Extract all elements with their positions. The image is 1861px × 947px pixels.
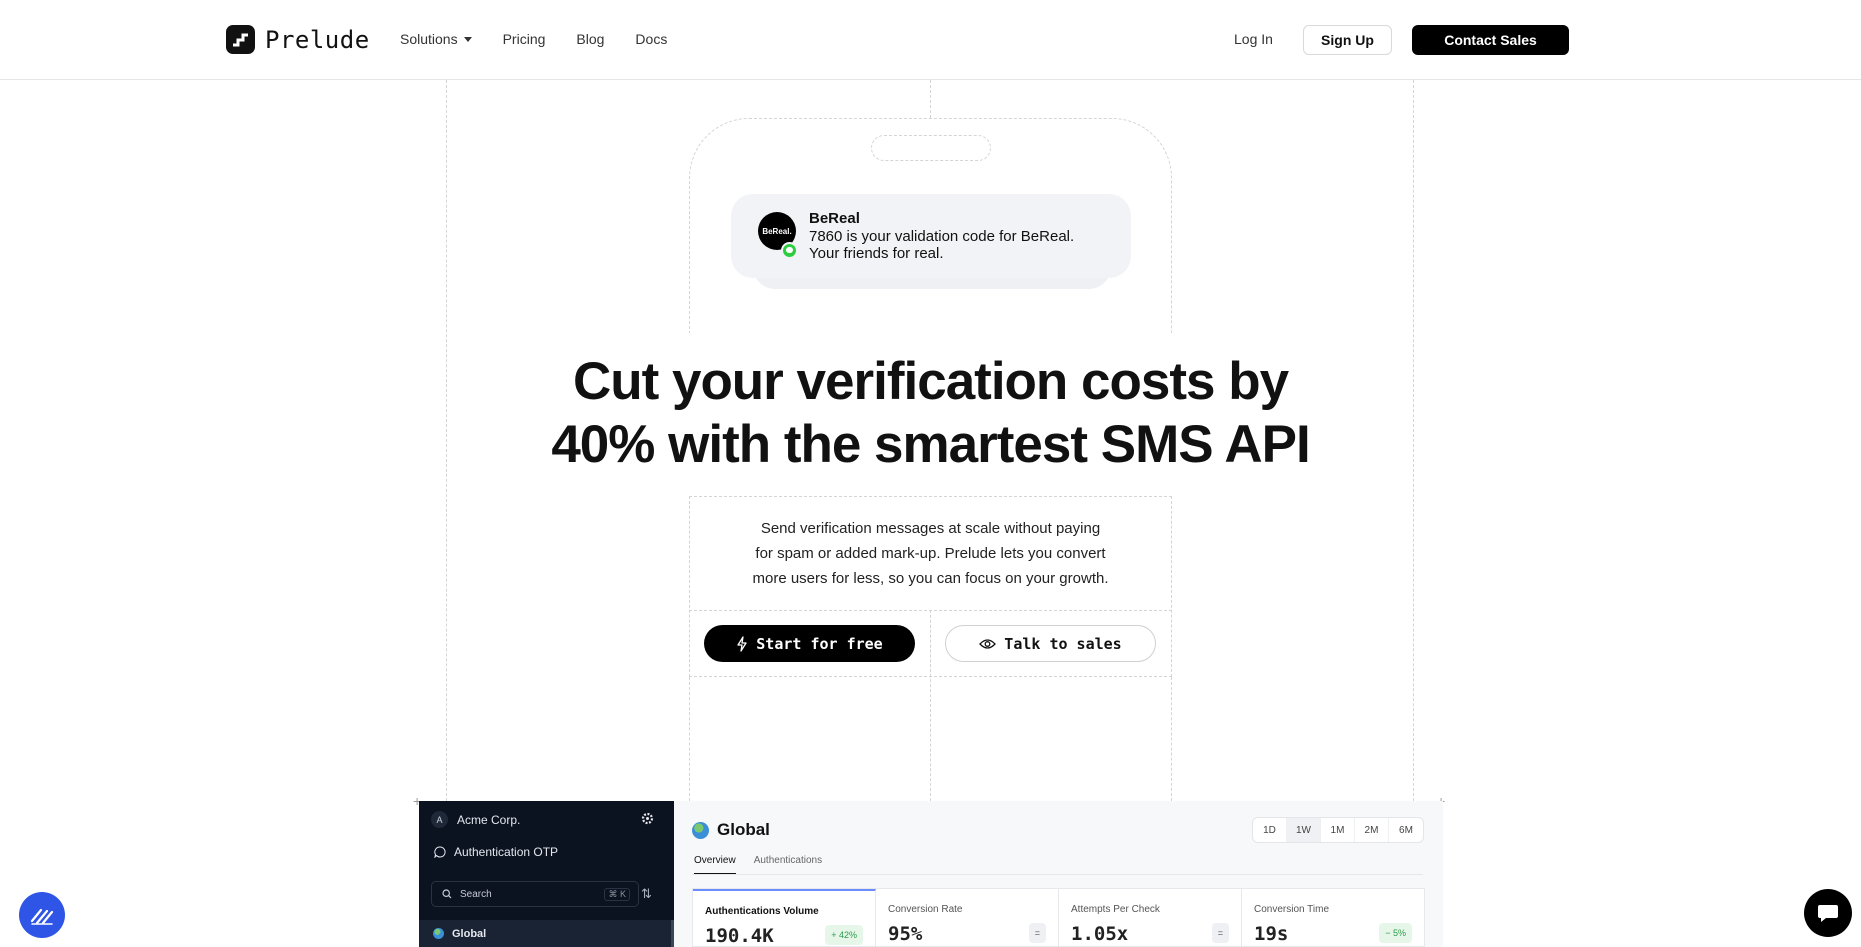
project-item[interactable]: Authentication OTP xyxy=(434,845,558,859)
grid-line xyxy=(1413,80,1414,801)
metric-value: 95% xyxy=(888,923,923,945)
grid-line xyxy=(930,80,931,118)
nav-docs[interactable]: Docs xyxy=(635,31,667,47)
talk-to-sales-button[interactable]: Talk to sales xyxy=(945,625,1156,662)
org-avatar: A xyxy=(431,811,448,828)
signup-button[interactable]: Sign Up xyxy=(1303,25,1392,55)
sort-icon[interactable]: ⇅ xyxy=(641,886,652,902)
metric-value: 190.4K xyxy=(705,925,774,947)
signature-icon xyxy=(30,908,54,925)
search-shortcut: ⌘ K xyxy=(604,888,630,901)
hero-title-line: Cut your verification costs by xyxy=(572,352,1289,411)
notification-line: 7860 is your validation code for BeReal. xyxy=(809,228,1075,245)
talk-to-sales-label: Talk to sales xyxy=(1004,634,1122,653)
hero-desc-line: Send verification messages at scale with… xyxy=(760,520,1101,537)
org-switcher[interactable]: A Acme Corp. xyxy=(431,811,520,828)
page-title-text: Global xyxy=(717,820,770,839)
dashboard-sidebar: A Acme Corp. Authentication OTP Search ⌘… xyxy=(419,801,674,947)
metric-card[interactable]: Conversion Time 19s − 5% xyxy=(1242,889,1424,946)
metric-change-badge: + 42% xyxy=(825,925,863,945)
sidebar-item-label: Global xyxy=(452,927,487,940)
metric-value: 19s xyxy=(1254,923,1289,945)
search-placeholder: Search xyxy=(460,888,492,900)
nav-blog[interactable]: Blog xyxy=(576,31,604,47)
notification-title: BeReal xyxy=(809,210,860,227)
sidebar-item-global[interactable]: Global xyxy=(419,920,671,947)
metric-change-badge: − 5% xyxy=(1379,923,1412,943)
nav-solutions-label: Solutions xyxy=(400,31,458,47)
metric-card[interactable]: Conversion Rate 95% = xyxy=(876,889,1059,946)
search-input[interactable]: Search ⌘ K xyxy=(431,881,639,907)
start-for-free-label: Start for free xyxy=(756,634,883,653)
grid-line xyxy=(689,677,690,801)
dashboard-tabs: Overview Authentications xyxy=(694,855,822,875)
divider xyxy=(692,874,1423,875)
metric-change-badge: = xyxy=(1028,923,1046,943)
phone-notch xyxy=(871,135,991,161)
range-1d[interactable]: 1D xyxy=(1253,818,1287,842)
main-nav: Solutions Pricing Blog Docs xyxy=(400,31,698,47)
messages-icon xyxy=(781,242,798,259)
notification-line: Your friends for real. xyxy=(809,245,944,262)
lightning-icon xyxy=(737,635,747,652)
metric-card[interactable]: Attempts Per Check 1.05x = xyxy=(1059,889,1242,946)
page-title: Global xyxy=(692,820,770,840)
globe-icon xyxy=(692,821,709,839)
hero-title-line: 40% with the smartest SMS API xyxy=(551,415,1310,474)
chat-bubble-icon xyxy=(434,846,446,858)
site-header: Prelude Solutions Pricing Blog Docs Log … xyxy=(0,0,1861,80)
hero-desc-line: for spam or added mark-up. Prelude lets … xyxy=(755,545,1106,562)
metric-card[interactable]: Authentications Volume 190.4K + 42% xyxy=(693,889,876,947)
metrics-row: Authentications Volume 190.4K + 42% Conv… xyxy=(692,888,1425,947)
logo-text: Prelude xyxy=(265,25,370,54)
eye-icon xyxy=(979,638,997,649)
nav-solutions[interactable]: Solutions xyxy=(400,31,472,47)
chat-icon xyxy=(1818,905,1838,922)
dashboard-main: Global 1D 1W 1M 2M 6M Overview Authentic… xyxy=(674,801,1443,947)
grid-line xyxy=(1171,677,1172,801)
hero-description: Send verification messages at scale with… xyxy=(740,516,1121,591)
time-range-selector: 1D 1W 1M 2M 6M xyxy=(1252,817,1424,843)
org-name: Acme Corp. xyxy=(457,812,521,827)
chevron-down-icon xyxy=(463,36,472,42)
start-for-free-button[interactable]: Start for free xyxy=(704,625,915,662)
metric-label: Attempts Per Check xyxy=(1071,904,1160,915)
range-6m[interactable]: 6M xyxy=(1389,818,1423,842)
hero-title: Cut your verification costs by 40% with … xyxy=(500,350,1361,476)
hero-desc-line: more users for less, so you can focus on… xyxy=(752,570,1109,587)
notification-body: 7860 is your validation code for BeReal.… xyxy=(809,228,1109,262)
contact-sales-button[interactable]: Contact Sales xyxy=(1412,25,1569,55)
search-icon xyxy=(442,889,452,899)
tab-authentications[interactable]: Authentications xyxy=(754,855,822,875)
gear-icon[interactable] xyxy=(641,812,654,825)
tab-overview[interactable]: Overview xyxy=(694,855,736,875)
prelude-logo-icon xyxy=(226,25,255,54)
sms-notification: BeReal. BeReal 7860 is your validation c… xyxy=(731,194,1131,278)
chat-widget-button[interactable] xyxy=(1804,889,1852,937)
globe-icon xyxy=(433,928,444,939)
nav-pricing[interactable]: Pricing xyxy=(503,31,546,47)
metric-change-badge: = xyxy=(1211,923,1229,943)
range-1m[interactable]: 1M xyxy=(1321,818,1355,842)
login-link[interactable]: Log In xyxy=(1234,31,1273,47)
metric-label: Authentications Volume xyxy=(705,906,819,917)
logo[interactable]: Prelude xyxy=(226,25,370,54)
project-name: Authentication OTP xyxy=(454,845,559,859)
range-2m[interactable]: 2M xyxy=(1355,818,1389,842)
metric-value: 1.05x xyxy=(1071,923,1129,945)
grid-line xyxy=(446,80,447,801)
feedback-widget-button[interactable] xyxy=(19,892,65,938)
metric-label: Conversion Rate xyxy=(888,904,963,915)
metric-label: Conversion Time xyxy=(1254,904,1330,915)
range-1w[interactable]: 1W xyxy=(1287,818,1321,842)
